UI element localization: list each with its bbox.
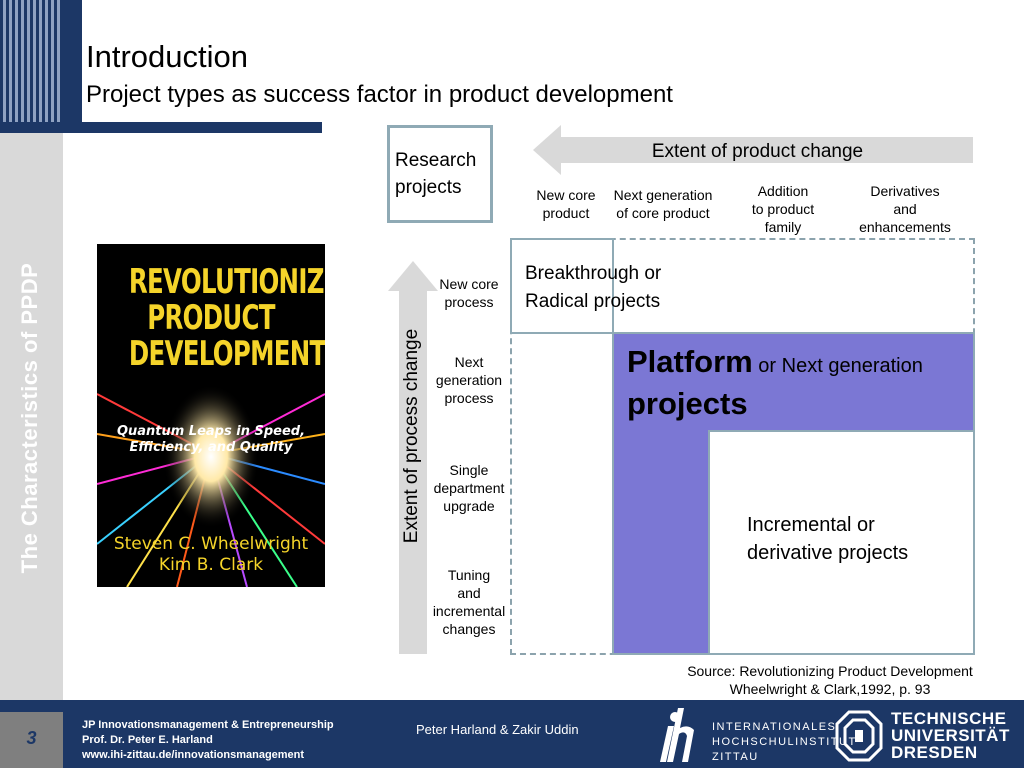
label-line: Derivatives: [870, 183, 940, 199]
label-line: of core product: [616, 205, 710, 221]
platform-bold-text: Platform: [627, 344, 753, 379]
product-category-new-core: New core product: [527, 186, 605, 222]
label-line: projects: [395, 177, 462, 198]
book-authors: Steven C. Wheelwright Kim B. Clark: [97, 534, 325, 576]
logo-line: TECHNISCHE: [891, 709, 1007, 728]
logo-line: DRESDEN: [891, 743, 978, 762]
label-line: incremental: [432, 603, 506, 619]
platform-projects-word: projects: [627, 386, 748, 421]
footer-presenters: Peter Harland & Zakir Uddin: [416, 722, 579, 737]
incremental-projects-label: Incremental or derivative projects: [747, 511, 908, 567]
label-line: process: [444, 294, 494, 310]
label-line: family: [764, 219, 802, 235]
book-title-line: REVOLUTIONIZING: [128, 262, 325, 302]
header-navy-bar: [63, 0, 82, 133]
process-category-single-department: Single department upgrade: [426, 461, 512, 515]
header-stripes: [0, 0, 63, 133]
research-projects-label: Research projects: [395, 147, 476, 201]
label-line: Single: [449, 462, 489, 478]
label-line: upgrade: [443, 498, 495, 514]
footer-url[interactable]: www.ihi-zittau.de/innovationsmanagement: [82, 748, 334, 763]
book-title: REVOLUTIONIZING PRODUCT DEVELOPMENT: [128, 262, 325, 374]
side-label: The Characteristics of PPDP: [17, 262, 42, 574]
process-category-tuning: Tuning and incremental changes: [426, 566, 512, 638]
product-category-next-generation: Next generation of core product: [603, 186, 723, 222]
label-line: and: [893, 201, 917, 217]
footer-line: Prof. Dr. Peter E. Harland: [82, 734, 213, 746]
source-line: Wheelwright & Clark,1992, p. 93: [729, 681, 931, 697]
product-category-addition: Addition to product family: [735, 182, 831, 236]
label-line: New core: [439, 276, 499, 292]
book-author: Kim B. Clark: [158, 555, 264, 575]
book-author: Steven C. Wheelwright: [113, 534, 309, 554]
book-subtitle-line: Quantum Leaps in Speed,: [116, 424, 306, 439]
label-line: generation: [435, 372, 503, 388]
label-line: Next: [454, 354, 484, 370]
tud-logo-text: TECHNISCHE UNIVERSITÄT DRESDEN: [891, 710, 1010, 761]
label-line: product: [542, 205, 590, 221]
label-line: Addition: [757, 183, 809, 199]
process-category-next-generation: Next generation process: [426, 353, 512, 407]
label-line: Research: [395, 150, 477, 171]
label-line: to product: [751, 201, 815, 217]
label-line: and: [457, 585, 481, 601]
source-line: Source: Revolutionizing Product Developm…: [687, 663, 973, 679]
tud-seal-icon: [835, 710, 883, 762]
label-line: process: [444, 390, 494, 406]
process-category-new-core: New core process: [426, 275, 512, 311]
platform-projects-label: Platform or Next generation: [627, 343, 967, 385]
product-category-derivatives: Derivatives and enhancements: [848, 182, 962, 236]
book-subtitle: Quantum Leaps in Speed, Efficiency, and …: [97, 424, 325, 456]
label-line: Next generation: [613, 187, 713, 203]
book-cover-image: REVOLUTIONIZING PRODUCT DEVELOPMENT Quan…: [97, 244, 325, 587]
ihi-logo-icon: [660, 708, 694, 762]
label-line: New core: [536, 187, 596, 203]
page-number: 3: [26, 728, 37, 748]
book-subtitle-line: Efficiency, and Quality: [129, 440, 293, 455]
label-line: Tuning: [447, 567, 491, 583]
process-axis-label: Extent of process change: [401, 328, 422, 544]
label-line: derivative projects: [747, 542, 909, 564]
header-rule: [0, 122, 322, 133]
book-title-line: DEVELOPMENT: [128, 334, 325, 374]
product-axis-label: Extent of product change: [651, 141, 864, 162]
book-title-line: PRODUCT: [147, 298, 275, 338]
logo-line: UNIVERSITÄT: [891, 726, 1010, 745]
product-change-arrow-head: [533, 125, 561, 175]
slide-title: Introduction: [86, 39, 248, 74]
label-line: Breakthrough or: [525, 263, 662, 284]
breakthrough-projects-label: Breakthrough or Radical projects: [525, 260, 661, 316]
source-citation: Source: Revolutionizing Product Developm…: [640, 662, 1020, 698]
slide-subtitle: Project types as success factor in produ…: [86, 81, 673, 108]
platform-rest-text: or Next generation: [752, 355, 923, 377]
label-line: Incremental or: [747, 514, 875, 536]
label-line: department: [433, 480, 505, 496]
label-line: enhancements: [859, 219, 951, 235]
footer-line: JP Innovationsmanagement & Entrepreneurs…: [82, 719, 334, 731]
label-line: changes: [442, 621, 496, 637]
label-line: Radical projects: [525, 291, 661, 312]
footer-course-info: JP Innovationsmanagement & Entrepreneurs…: [82, 718, 334, 763]
